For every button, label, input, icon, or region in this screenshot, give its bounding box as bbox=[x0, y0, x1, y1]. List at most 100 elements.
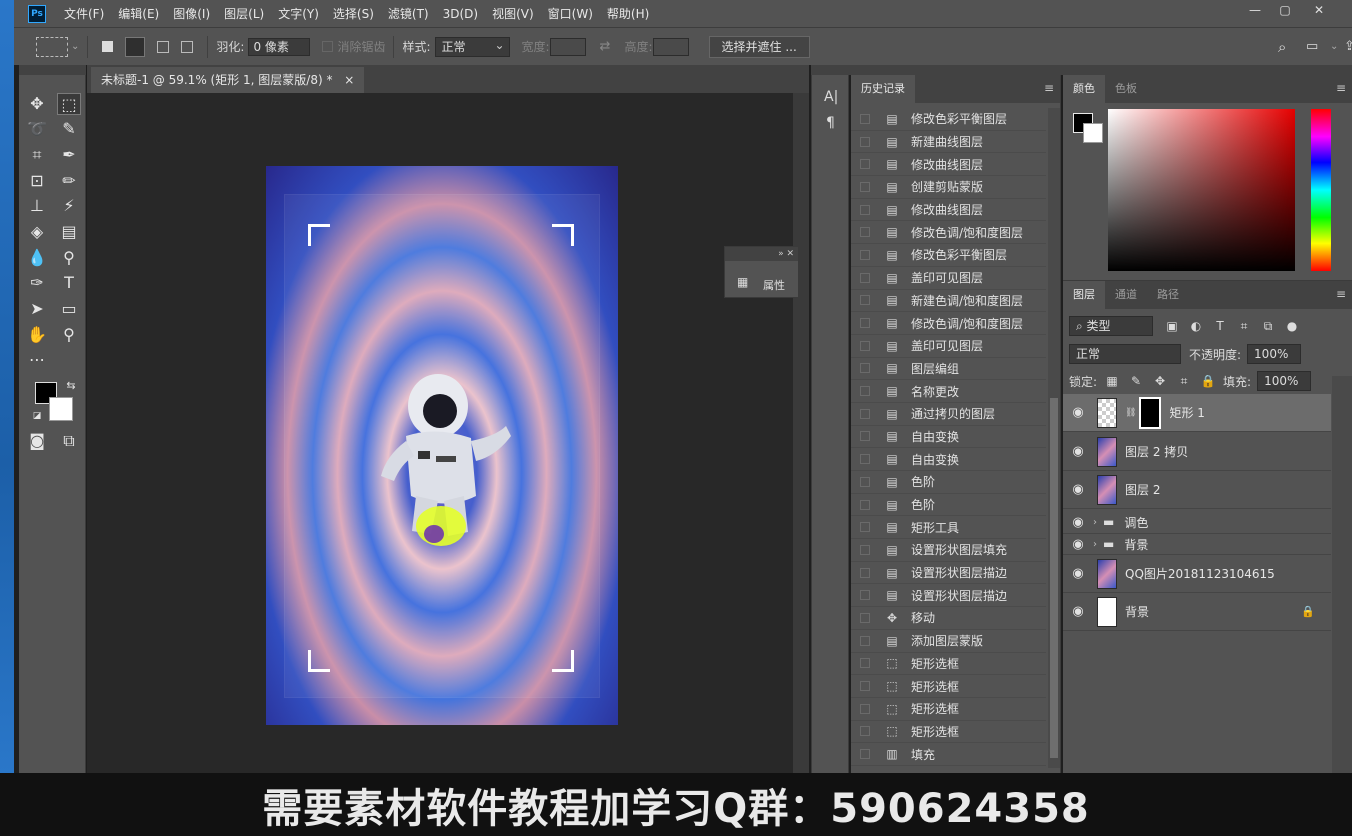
quick-mask-icon[interactable]: ◙ bbox=[25, 430, 49, 452]
search-icon[interactable]: ⌕ bbox=[1278, 38, 1286, 56]
select-and-mask-button[interactable]: 选择并遮住 ... bbox=[708, 35, 810, 58]
history-item[interactable]: ▤ 添加图层蒙版 bbox=[851, 630, 1046, 653]
share-icon[interactable]: ⇪ bbox=[1344, 39, 1352, 54]
filter-type-icon[interactable]: T bbox=[1211, 318, 1229, 334]
history-snapshot-checkbox[interactable] bbox=[860, 681, 870, 692]
history-item[interactable]: ▤ 通过拷贝的图层 bbox=[851, 403, 1046, 426]
minimize-icon[interactable]: — bbox=[1240, 0, 1270, 20]
history-snapshot-checkbox[interactable] bbox=[860, 431, 870, 442]
background-color-swatch[interactable] bbox=[49, 397, 73, 421]
lock-transparent-icon[interactable]: ▦ bbox=[1103, 373, 1121, 389]
style-select[interactable]: 正常 bbox=[434, 36, 510, 57]
history-item[interactable]: ✥ 移动 bbox=[851, 607, 1046, 630]
pen-tool-icon[interactable]: ✑ bbox=[25, 272, 49, 294]
visibility-eye-icon[interactable]: ◉ bbox=[1063, 482, 1093, 497]
artwork-canvas[interactable] bbox=[266, 166, 618, 725]
history-item[interactable]: ⬚ 矩形选框 bbox=[851, 721, 1046, 744]
swap-icon[interactable]: ⇄ bbox=[600, 39, 611, 54]
history-item[interactable]: ▤ 盖印可见图层 bbox=[851, 335, 1046, 358]
history-snapshot-checkbox[interactable] bbox=[860, 635, 870, 646]
menu-file[interactable]: 文件(F) bbox=[64, 5, 104, 22]
document-tab[interactable]: 未标题-1 @ 59.1% (矩形 1, 图层蒙版/8) * × bbox=[91, 67, 365, 93]
history-snapshot-checkbox[interactable] bbox=[860, 544, 870, 555]
chevron-right-icon[interactable]: › bbox=[1093, 517, 1097, 528]
menu-image[interactable]: 图像(I) bbox=[173, 5, 210, 22]
history-item[interactable]: ▥ 填充 bbox=[851, 743, 1046, 766]
properties-label[interactable]: 属性 bbox=[763, 277, 785, 293]
more-tools-icon[interactable]: ⋯ bbox=[25, 349, 49, 371]
width-input[interactable] bbox=[549, 37, 586, 56]
layer-mask-thumbnail[interactable] bbox=[1139, 396, 1162, 429]
opacity-input[interactable]: 100% bbox=[1247, 344, 1302, 364]
history-snapshot-checkbox[interactable] bbox=[860, 113, 870, 124]
close-tab-icon[interactable]: × bbox=[344, 73, 354, 87]
history-item[interactable]: ▤ 自由变换 bbox=[851, 426, 1046, 449]
history-item[interactable]: ⬚ 矩形选框 bbox=[851, 698, 1046, 721]
tab-layers[interactable]: 图层 bbox=[1063, 281, 1105, 309]
menu-type[interactable]: 文字(Y) bbox=[278, 5, 319, 22]
rect-marquee-tool-icon[interactable]: ⬚ bbox=[57, 93, 81, 115]
panels-collapse-bar[interactable] bbox=[811, 65, 1352, 75]
menu-view[interactable]: 视图(V) bbox=[492, 5, 534, 22]
dodge-tool-icon[interactable]: ⚲ bbox=[57, 247, 81, 269]
history-item[interactable]: ▤ 新建色调/饱和度图层 bbox=[851, 290, 1046, 313]
history-item[interactable]: ▤ 修改色调/饱和度图层 bbox=[851, 221, 1046, 245]
antialias-checkbox[interactable] bbox=[322, 41, 334, 52]
history-item[interactable]: ▤ 设置形状图层描边 bbox=[851, 584, 1046, 608]
intersect-selection-icon[interactable] bbox=[181, 40, 194, 53]
properties-icon[interactable]: ▦ bbox=[737, 275, 748, 289]
tab-paths[interactable]: 路径 bbox=[1147, 281, 1189, 309]
history-snapshot-checkbox[interactable] bbox=[860, 499, 870, 510]
history-snapshot-checkbox[interactable] bbox=[860, 522, 870, 533]
height-input[interactable] bbox=[652, 37, 689, 56]
zoom-tool-icon[interactable]: ⚲ bbox=[57, 324, 81, 346]
layer-filter-select[interactable]: ⌕ 类型 bbox=[1069, 316, 1153, 336]
paragraph-panel-icon[interactable]: ¶ bbox=[826, 115, 835, 131]
history-item[interactable]: ▤ 修改色调/饱和度图层 bbox=[851, 312, 1046, 335]
history-snapshot-checkbox[interactable] bbox=[860, 181, 870, 192]
history-scrollbar[interactable] bbox=[1048, 108, 1060, 768]
close-icon[interactable]: ✕ bbox=[1304, 0, 1334, 20]
lock-position-icon[interactable]: ✥ bbox=[1151, 373, 1169, 389]
history-snapshot-checkbox[interactable] bbox=[860, 408, 870, 419]
new-selection-icon[interactable] bbox=[102, 41, 114, 52]
visibility-eye-icon[interactable]: ◉ bbox=[1063, 537, 1093, 552]
move-tool-icon[interactable]: ✥ bbox=[25, 93, 49, 115]
history-snapshot-checkbox[interactable] bbox=[860, 703, 870, 714]
filter-shape-icon[interactable]: ⌗ bbox=[1235, 318, 1253, 334]
layer-row[interactable]: ◉ QQ图片20181123104615 bbox=[1063, 555, 1331, 593]
history-snapshot-checkbox[interactable] bbox=[860, 590, 870, 601]
history-item[interactable]: ▤ 图层编组 bbox=[851, 358, 1046, 381]
menu-help[interactable]: 帮助(H) bbox=[607, 5, 649, 22]
color-field[interactable] bbox=[1108, 109, 1295, 271]
panel-menu-icon[interactable]: ≡ bbox=[1044, 81, 1054, 95]
layer-row[interactable]: ◉ 图层 2 bbox=[1063, 471, 1331, 509]
menu-layer[interactable]: 图层(L) bbox=[224, 5, 264, 22]
crop-tool-icon[interactable]: ⌗ bbox=[25, 144, 49, 166]
brush-tool-icon[interactable]: ✏ bbox=[57, 170, 81, 192]
history-snapshot-checkbox[interactable] bbox=[860, 136, 870, 147]
history-snapshot-checkbox[interactable] bbox=[860, 612, 870, 623]
tab-color[interactable]: 颜色 bbox=[1063, 75, 1105, 103]
stamp-tool-icon[interactable]: ⊥ bbox=[25, 195, 49, 217]
history-item[interactable]: ▤ 修改色彩平衡图层 bbox=[851, 108, 1046, 131]
tab-swatches[interactable]: 色板 bbox=[1105, 75, 1147, 103]
history-item[interactable]: ▤ 设置形状图层描边 bbox=[851, 562, 1046, 585]
history-snapshot-checkbox[interactable] bbox=[860, 363, 870, 374]
history-snapshot-checkbox[interactable] bbox=[860, 227, 870, 238]
default-colors-icon[interactable]: ◪ bbox=[25, 405, 49, 427]
panel-menu-icon[interactable]: ≡ bbox=[1336, 81, 1346, 95]
hand-tool-icon[interactable]: ✋ bbox=[25, 324, 49, 346]
history-snapshot-checkbox[interactable] bbox=[860, 159, 870, 170]
tab-history[interactable]: 历史记录 bbox=[851, 75, 915, 103]
menu-window[interactable]: 窗口(W) bbox=[548, 5, 593, 22]
history-item[interactable]: ▤ 盖印可见图层 bbox=[851, 267, 1046, 290]
rectangle-tool-icon[interactable]: ▭ bbox=[57, 298, 81, 320]
history-item[interactable]: ▤ 色阶 bbox=[851, 494, 1046, 517]
maximize-icon[interactable]: ▢ bbox=[1270, 0, 1300, 20]
layer-row[interactable]: ◉ ⛓ 矩形 1 bbox=[1063, 394, 1331, 432]
history-snapshot-checkbox[interactable] bbox=[860, 749, 870, 760]
filter-pixel-icon[interactable]: ▣ bbox=[1163, 318, 1181, 334]
hue-slider[interactable] bbox=[1311, 109, 1331, 271]
history-snapshot-checkbox[interactable] bbox=[860, 726, 870, 737]
